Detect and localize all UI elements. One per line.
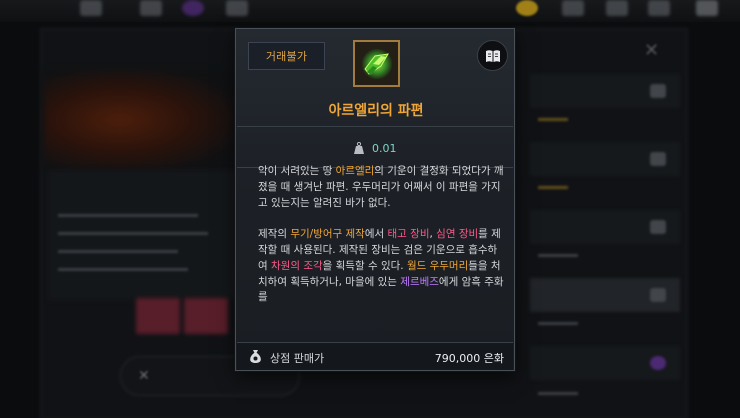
description-text-run: 무기/방어구 제작	[290, 228, 365, 241]
item-name: 아르엘리의 파편	[328, 103, 424, 119]
description-text-run: 차원의 조각	[271, 259, 323, 272]
book-button[interactable]	[477, 40, 508, 71]
item-description: 악이 서려있는 땅 아르엘리의 기운이 결정화 되었다가 깨졌을 때 생겨난 파…	[258, 164, 506, 306]
description-text-run: 제작의	[258, 228, 291, 241]
description-paragraph: 악이 서려있는 땅 아르엘리의 기운이 결정화 되었다가 깨졌을 때 생겨난 파…	[258, 164, 506, 211]
description-text-run: 아르엘리	[335, 165, 375, 177]
arelli-shard-icon	[353, 40, 400, 87]
shop-price-bar: 상점 판매가 790,000 은화	[237, 342, 513, 370]
description-text-run: 태고 장비	[387, 228, 430, 241]
description-text-run: 을 획득할 수 있다.	[322, 259, 407, 272]
divider	[237, 126, 513, 127]
description-paragraph: 제작의 무기/방어구 제작에서 태고 장비, 심연 장비를 제작할 때 사용된다…	[258, 227, 506, 306]
weight-icon	[354, 142, 364, 154]
item-tooltip: 거래불가 아르엘리의 파편 0.01 악이 서려있는 땅 아르엘리의 기운이 결…	[235, 28, 515, 371]
weight-value: 0.01	[372, 141, 397, 155]
shop-price-value: 790,000 은화	[434, 352, 504, 365]
description-text-run: 에서	[364, 228, 388, 241]
shop-price-label: 상점 판매가	[270, 352, 325, 365]
description-text-run: 심연 장비	[436, 228, 479, 241]
description-text-run: 월드 우두머리	[406, 259, 469, 272]
book-icon	[485, 49, 500, 62]
weight-row: 0.01	[354, 139, 397, 157]
untradeable-badge-label: 거래불가	[265, 50, 308, 63]
description-text-run: 악이 서려있는 땅	[258, 165, 336, 177]
money-bag-icon	[250, 350, 261, 363]
untradeable-badge: 거래불가	[248, 42, 325, 70]
description-text-run: 제르베즈	[400, 275, 439, 288]
